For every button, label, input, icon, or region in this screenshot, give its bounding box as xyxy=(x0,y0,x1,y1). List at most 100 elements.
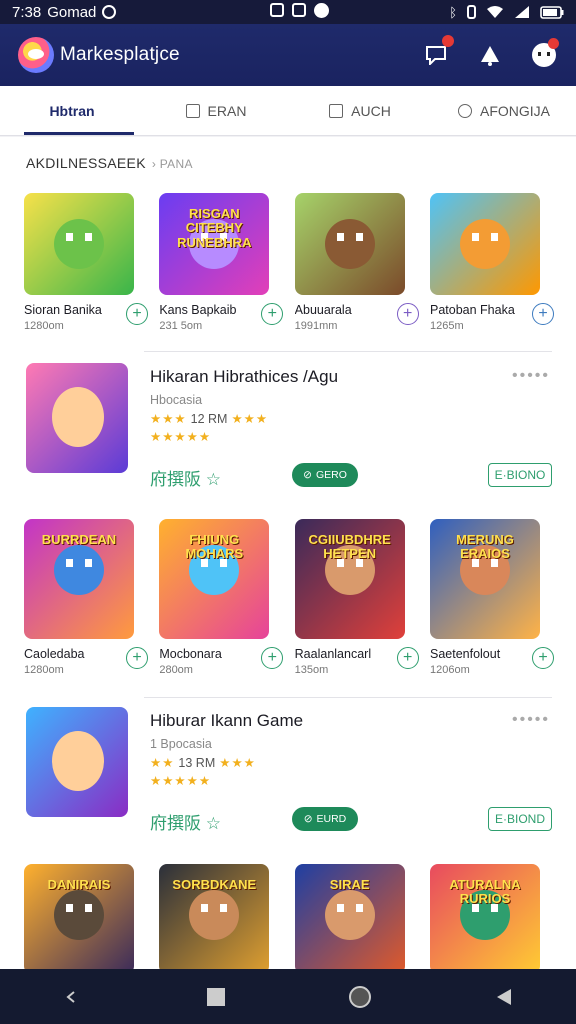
nav-home-button[interactable] xyxy=(345,982,375,1012)
rating-stars: ★★★ xyxy=(231,412,269,426)
rating-row: ★★★ 12 RM ★★★ xyxy=(150,411,268,426)
nav-back-button[interactable] xyxy=(489,982,519,1012)
character-eyes xyxy=(66,904,92,912)
character-art xyxy=(54,890,104,940)
app-thumbnail[interactable]: FHIUNG MOHARS xyxy=(159,519,270,639)
app-thumbnail[interactable]: BURRDEAN xyxy=(24,519,134,639)
featured-thumbnail[interactable] xyxy=(26,363,128,473)
thumbnail-title: FHIUNG MOHARS xyxy=(185,532,244,562)
install-button[interactable]: ⊘ EURD xyxy=(292,807,358,831)
app-card[interactable]: SIRAE xyxy=(294,864,419,969)
status-carrier: Gomad xyxy=(47,3,97,21)
add-button[interactable]: + xyxy=(126,647,148,669)
app-card[interactable]: CGIIUBDHRE HETPEN Raalanlancarl 135om + xyxy=(294,519,419,676)
messages-button[interactable] xyxy=(422,35,454,69)
open-button[interactable]: E·BIONO xyxy=(488,463,552,487)
featured-app-1[interactable]: Hikaran Hibrathices /Agu Hbocasia ★★★ 12 RM… xyxy=(24,363,552,493)
status-time: 7:38 xyxy=(12,3,42,21)
app-card[interactable]: Patoban Fhaka 1265m + xyxy=(429,193,554,332)
character-eyes xyxy=(66,559,92,567)
info-icon xyxy=(457,103,472,118)
add-button[interactable]: + xyxy=(531,647,554,669)
character-art xyxy=(324,219,375,269)
more-options-icon[interactable]: ••••• xyxy=(512,711,550,729)
app-card-text: Saetenfolout 1206om xyxy=(430,647,532,676)
app-card[interactable]: FHIUNG MOHARS Mocbonara 280om + xyxy=(159,519,284,676)
app-card[interactable]: ATURALNA RURIOS xyxy=(429,864,554,969)
featured-title: Hikaran Hibrathices /Agu xyxy=(150,367,339,386)
character-art xyxy=(324,890,375,940)
app-thumbnail[interactable]: MERUNG ERAIOS xyxy=(429,519,540,639)
app-thumbnail[interactable]: DANIRAIS xyxy=(24,864,134,969)
app-thumbnail[interactable]: RISGAN CITEBHY RUNEBHRA xyxy=(159,193,270,295)
app-thumbnail[interactable] xyxy=(294,193,405,295)
character-art xyxy=(54,219,104,269)
add-button[interactable]: + xyxy=(531,303,554,325)
app-size: 1280om xyxy=(24,664,64,676)
install-label: GERO xyxy=(315,469,347,481)
featured-app-2[interactable]: Hiburar Ikann Game 1 Bpocasia ★★ 13 RM ★★★ ★★… xyxy=(24,707,552,837)
app-thumbnail[interactable]: CGIIUBDHRE HETPEN xyxy=(294,519,405,639)
app-card[interactable]: SORBDKANE xyxy=(159,864,283,969)
app-card-meta: Raalanlancarl 135om + xyxy=(295,647,419,676)
app-card[interactable]: Sioran Banika 1280om + xyxy=(24,193,148,332)
tab-home[interactable]: Hbtran xyxy=(0,86,144,135)
more-options-icon[interactable]: ••••• xyxy=(512,367,550,385)
character-eyes xyxy=(201,904,228,912)
app-card[interactable]: RISGAN CITEBHY RUNEBHRA Kans Bapkaib 231 5… xyxy=(159,193,284,332)
app-card-text: Kans Bapkaib 231 5om xyxy=(159,303,261,332)
app-thumbnail[interactable]: ATURALNA RURIOS xyxy=(429,864,540,969)
app-grid-row-2: BURRDEAN Caoledaba 1280om + FHIUNG MOHARS Moc… xyxy=(24,519,554,676)
featured-tag: 府撰阪 ☆ xyxy=(150,814,221,833)
app-thumbnail[interactable] xyxy=(24,193,134,295)
tab-label: AFONGIJA xyxy=(479,102,550,119)
profile-button[interactable] xyxy=(530,38,559,69)
section-title: AKDILNESSAEEK xyxy=(26,155,146,171)
divider xyxy=(144,351,552,352)
featured-subtitle: 1 Bpocasia xyxy=(150,737,212,751)
sync-icon xyxy=(314,3,329,18)
app-thumbnail[interactable]: SIRAE xyxy=(294,864,405,969)
app-card-text: Mocbonara 280om xyxy=(159,647,261,676)
status-bar: 7:38 Gomad ᛒ xyxy=(0,0,576,24)
thumbnail-title: RISGAN CITEBHY RUNEBHRA xyxy=(177,206,252,250)
app-card[interactable]: Abuuarala 1991mm + xyxy=(294,193,419,332)
tab-bar: Hbtran ERAN AUCH AFONGIJA xyxy=(0,86,576,136)
alerts-button[interactable] xyxy=(476,41,504,69)
app-card-meta: Caoledaba 1280om + xyxy=(24,647,148,676)
divider xyxy=(144,697,552,698)
add-button[interactable]: + xyxy=(396,647,419,669)
tab-afongija[interactable]: AFONGIJA xyxy=(432,86,576,135)
app-thumbnail[interactable] xyxy=(429,193,540,295)
featured-thumbnail[interactable] xyxy=(26,707,128,817)
content-area[interactable]: AKDILNESSAEEK › PANA Sioran Banika 1280om +… xyxy=(0,137,576,969)
rating-text: 13 RM xyxy=(178,756,216,770)
app-card-text: Raalanlancarl 135om xyxy=(295,647,397,676)
section-subtitle: › PANA xyxy=(151,157,193,171)
add-button[interactable]: + xyxy=(396,303,419,325)
vibrate-icon xyxy=(467,5,476,19)
install-button[interactable]: ⊘ GERO xyxy=(292,463,358,487)
add-button[interactable]: + xyxy=(261,303,284,325)
app-name: Caoledaba xyxy=(24,647,85,661)
nav-menu-button[interactable] xyxy=(57,982,87,1012)
app-grid-row-3: DANIRAIS SORBDKANE SIRAE ATURALNA RURIOS xyxy=(24,864,554,969)
app-size: 231 5om xyxy=(159,320,203,332)
app-card[interactable]: MERUNG ERAIOS Saetenfolout 1206om + xyxy=(429,519,554,676)
nav-recents-button[interactable] xyxy=(201,982,231,1012)
add-button[interactable]: + xyxy=(126,303,148,325)
status-center-icons xyxy=(270,3,329,18)
app-card[interactable]: DANIRAIS xyxy=(24,864,148,969)
tab-auch[interactable]: AUCH xyxy=(288,86,432,135)
section-header[interactable]: AKDILNESSAEEK › PANA xyxy=(26,155,193,171)
chat-bubble-icon xyxy=(426,46,446,65)
app-size: 1206om xyxy=(429,664,470,676)
open-button[interactable]: E·BIOND xyxy=(488,807,552,831)
add-button[interactable]: + xyxy=(261,647,284,669)
app-thumbnail[interactable]: SORBDKANE xyxy=(159,864,270,969)
tab-eran[interactable]: ERAN xyxy=(144,86,288,135)
character-eyes xyxy=(471,233,498,241)
character-art xyxy=(52,731,104,791)
app-name: Mocbonara xyxy=(159,647,222,661)
app-card[interactable]: BURRDEAN Caoledaba 1280om + xyxy=(24,519,148,676)
